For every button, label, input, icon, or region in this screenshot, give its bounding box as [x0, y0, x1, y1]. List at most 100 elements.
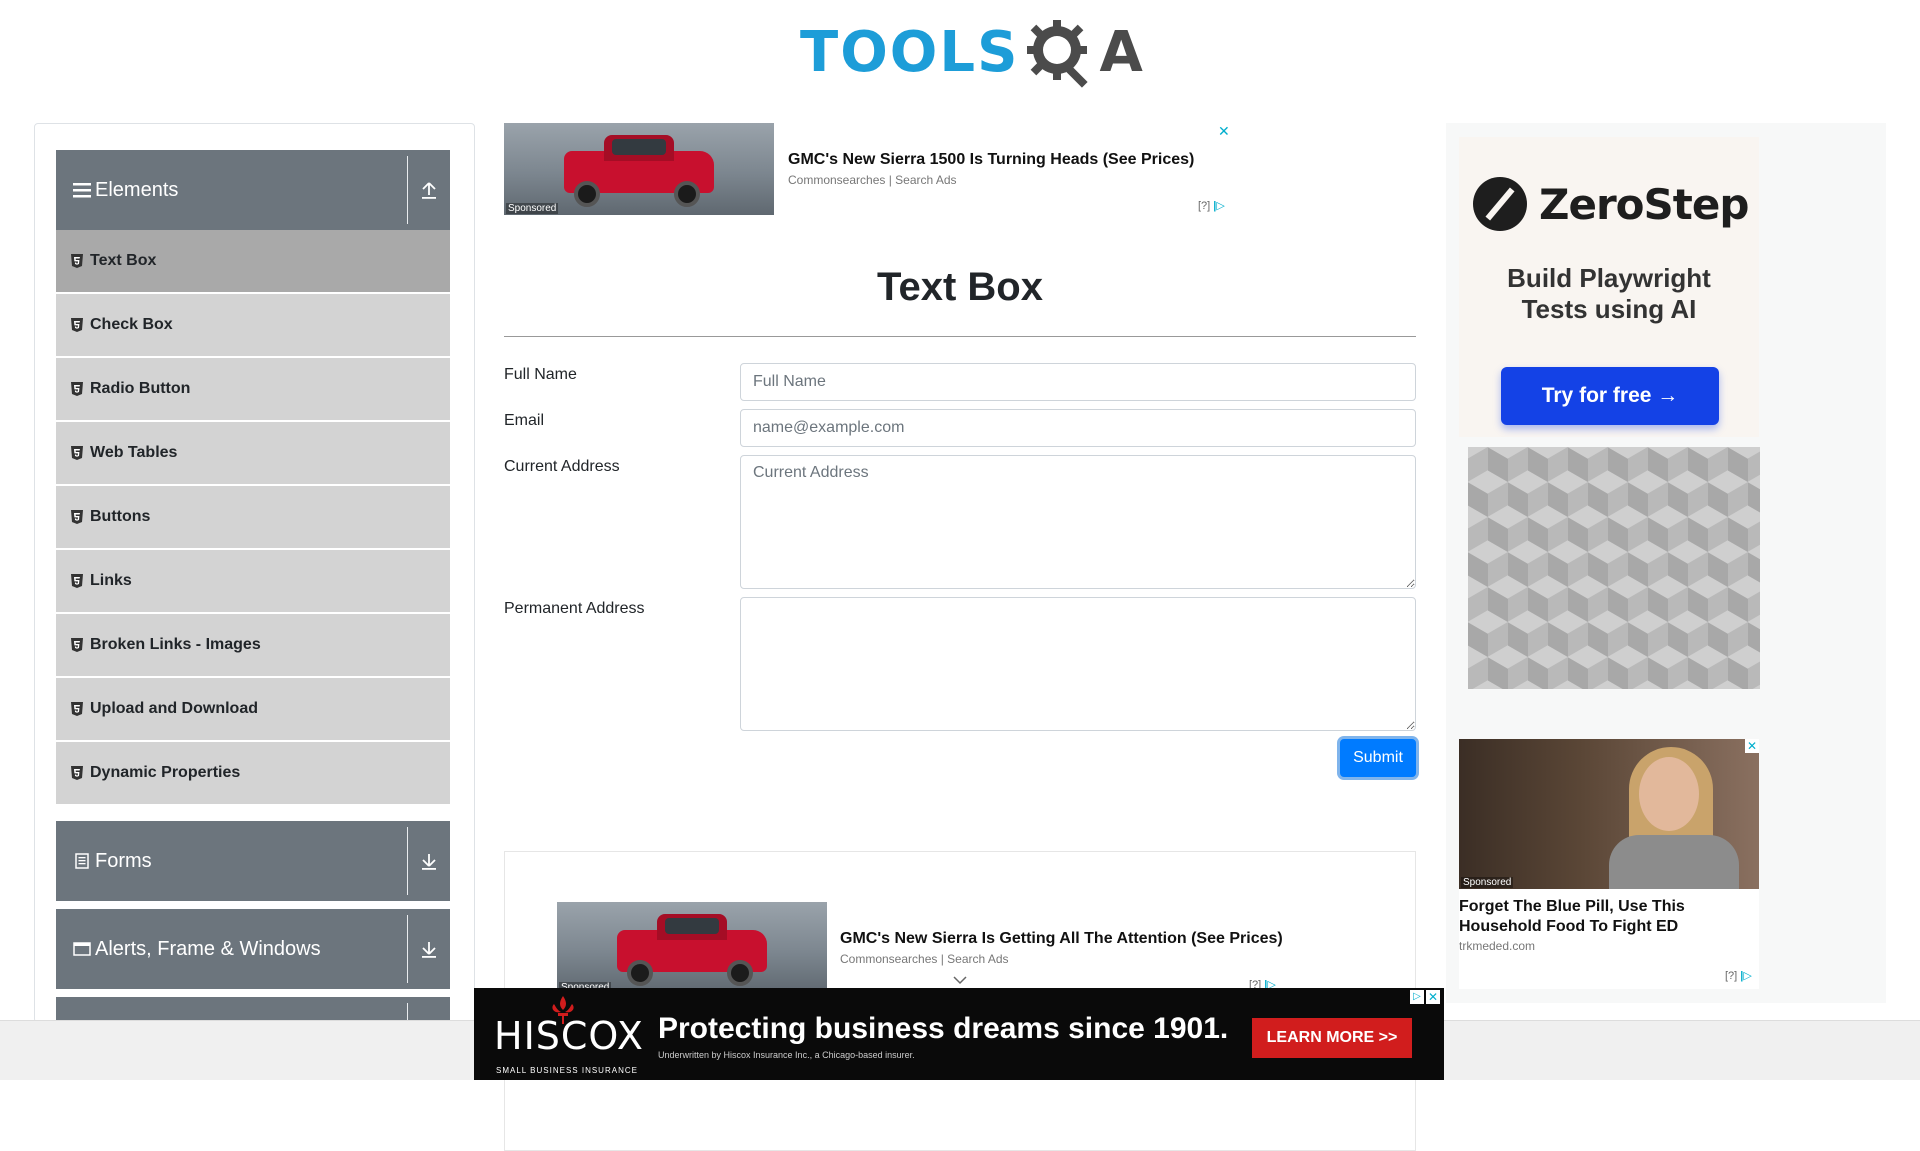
- truck-window: [612, 139, 666, 155]
- ad-source: Commonsearches | Search Ads: [840, 952, 1009, 966]
- ad-top[interactable]: Sponsored GMC's New Sierra 1500 Is Turni…: [504, 123, 1234, 215]
- ad-choice-text: [?]: [1725, 970, 1738, 982]
- body: [1609, 835, 1739, 889]
- zerostep-logo: ZeroStep: [1473, 177, 1749, 231]
- html5-icon: [71, 766, 83, 780]
- ad-title[interactable]: Forget The Blue Pill, Use This Household…: [1459, 897, 1759, 937]
- sidebar-item-broken-links[interactable]: Broken Links - Images: [56, 614, 450, 676]
- full-name-label: Full Name: [504, 366, 577, 383]
- face: [1639, 757, 1699, 831]
- permanent-address-input[interactable]: [740, 597, 1416, 731]
- left-sidebar: Elements Text Box Check Box Radio Button…: [34, 123, 475, 1023]
- sidebar-item-label: Radio Button: [90, 380, 191, 397]
- banner-subline: Underwritten by Hiscox Insurance Inc., a…: [658, 1050, 915, 1060]
- sidebar-item-links[interactable]: Links: [56, 550, 450, 612]
- current-address-label: Current Address: [504, 458, 620, 475]
- play-triangle-icon: |▷: [1213, 200, 1225, 212]
- chevron-down-icon[interactable]: [953, 972, 967, 985]
- toolsqa-logo[interactable]: TOOLS A: [800, 14, 1143, 90]
- zerostep-name: ZeroStep: [1539, 179, 1749, 229]
- zerostep-tagline: Build Playwright Tests using AI: [1459, 263, 1759, 325]
- hamburger-icon: [73, 181, 91, 199]
- ad-choices-icon[interactable]: [?] |▷: [1198, 199, 1225, 212]
- html5-icon: [71, 702, 83, 716]
- close-icon[interactable]: ✕: [1745, 739, 1759, 753]
- group-header-forms[interactable]: Forms: [56, 821, 450, 901]
- play-triangle-icon: |▷: [1740, 970, 1752, 982]
- html5-icon: [71, 574, 83, 588]
- divider: [407, 156, 408, 224]
- ad-title[interactable]: GMC's New Sierra 1500 Is Turning Heads (…: [788, 151, 1194, 169]
- sidebar-item-dynamic-properties[interactable]: Dynamic Properties: [56, 742, 450, 804]
- sidebar-item-label: Check Box: [90, 316, 173, 333]
- page-title: Text Box: [877, 265, 1043, 309]
- learn-more-button[interactable]: LEARN MORE >>: [1252, 1018, 1412, 1058]
- sidebar-item-label: Links: [90, 572, 132, 589]
- sidebar-item-buttons[interactable]: Buttons: [56, 486, 450, 548]
- divider: [504, 336, 1416, 337]
- group-header-elements[interactable]: Elements: [56, 150, 450, 230]
- hex-pattern-ad[interactable]: [1468, 447, 1760, 689]
- expand-down-icon[interactable]: [420, 851, 438, 871]
- logo-text-tools: TOOLS: [800, 19, 1020, 85]
- group-header-alerts[interactable]: Alerts, Frame & Windows: [56, 909, 450, 989]
- gear-magnifier-icon: [1019, 14, 1099, 90]
- sidebar-item-label: Broken Links - Images: [90, 636, 261, 653]
- sidebar-item-web-tables[interactable]: Web Tables: [56, 422, 450, 484]
- html5-icon: [71, 638, 83, 652]
- ad-source: Commonsearches | Search Ads: [788, 173, 957, 187]
- submit-button[interactable]: Submit: [1340, 739, 1416, 777]
- hiscox-banner-ad[interactable]: HISCOX SMALL BUSINESS INSURANCE Protecti…: [474, 988, 1444, 1080]
- collapse-up-icon[interactable]: [420, 180, 438, 200]
- sponsored-tag: Sponsored: [506, 203, 559, 214]
- wheel: [627, 960, 653, 986]
- logo-text-a: A: [1099, 19, 1143, 85]
- divider: [407, 827, 408, 895]
- ad-source: trkmeded.com: [1459, 939, 1536, 953]
- try-for-free-button[interactable]: Try for free →: [1501, 367, 1719, 425]
- html5-icon: [71, 254, 83, 268]
- permanent-address-label: Permanent Address: [504, 600, 645, 617]
- wheel: [574, 181, 600, 207]
- tagline-line: Tests using AI: [1521, 294, 1697, 324]
- html5-icon: [71, 510, 83, 524]
- expand-down-icon[interactable]: [420, 939, 438, 959]
- sidebar-item-label: Upload and Download: [90, 700, 258, 717]
- full-name-input[interactable]: [740, 363, 1416, 401]
- sidebar-item-label: Buttons: [90, 508, 151, 525]
- sidebar-item-label: Text Box: [90, 252, 157, 269]
- ad-truck-image[interactable]: Sponsored: [504, 123, 774, 215]
- banner-headline: Protecting business dreams since 1901.: [658, 1012, 1229, 1045]
- wheel: [674, 181, 700, 207]
- right-ad-column: ZeroStep Build Playwright Tests using AI…: [1446, 123, 1886, 1003]
- sidebar-item-upload-download[interactable]: Upload and Download: [56, 678, 450, 740]
- html5-icon: [71, 382, 83, 396]
- tagline-line: Build Playwright: [1507, 263, 1711, 293]
- close-icon[interactable]: ✕: [1426, 990, 1440, 1004]
- close-icon[interactable]: ✕: [1218, 123, 1230, 140]
- group-label: Alerts, Frame & Windows: [95, 937, 321, 960]
- ad-side[interactable]: Sponsored ✕ Forget The Blue Pill, Use Th…: [1459, 739, 1759, 989]
- zerostep-ad[interactable]: ZeroStep Build Playwright Tests using AI…: [1459, 137, 1759, 437]
- current-address-input[interactable]: [740, 455, 1416, 589]
- group-label: Elements: [95, 178, 179, 201]
- sidebar-item-text-box[interactable]: Text Box: [56, 230, 450, 292]
- site-header: TOOLS A: [0, 0, 1920, 100]
- html5-icon: [71, 318, 83, 332]
- ad-truck-image[interactable]: Sponsored: [557, 902, 827, 994]
- truck-window: [665, 918, 719, 934]
- sidebar-item-radio-button[interactable]: Radio Button: [56, 358, 450, 420]
- ad-choice-text: [?]: [1198, 200, 1211, 212]
- ad-info-icon[interactable]: ▷: [1410, 990, 1424, 1004]
- group-label: Forms: [95, 849, 152, 872]
- zerostep-mark-icon: [1473, 177, 1527, 231]
- ad-person-image[interactable]: Sponsored ✕: [1459, 739, 1759, 889]
- sidebar-item-label: Dynamic Properties: [90, 764, 241, 781]
- email-input[interactable]: [740, 409, 1416, 447]
- sidebar-item-label: Web Tables: [90, 444, 178, 461]
- ad-title[interactable]: GMC's New Sierra Is Getting All The Atte…: [840, 930, 1283, 948]
- sidebar-item-check-box[interactable]: Check Box: [56, 294, 450, 356]
- document-icon: [73, 852, 91, 870]
- window-icon: [73, 940, 91, 958]
- ad-choices-icon[interactable]: [?] |▷: [1725, 969, 1752, 982]
